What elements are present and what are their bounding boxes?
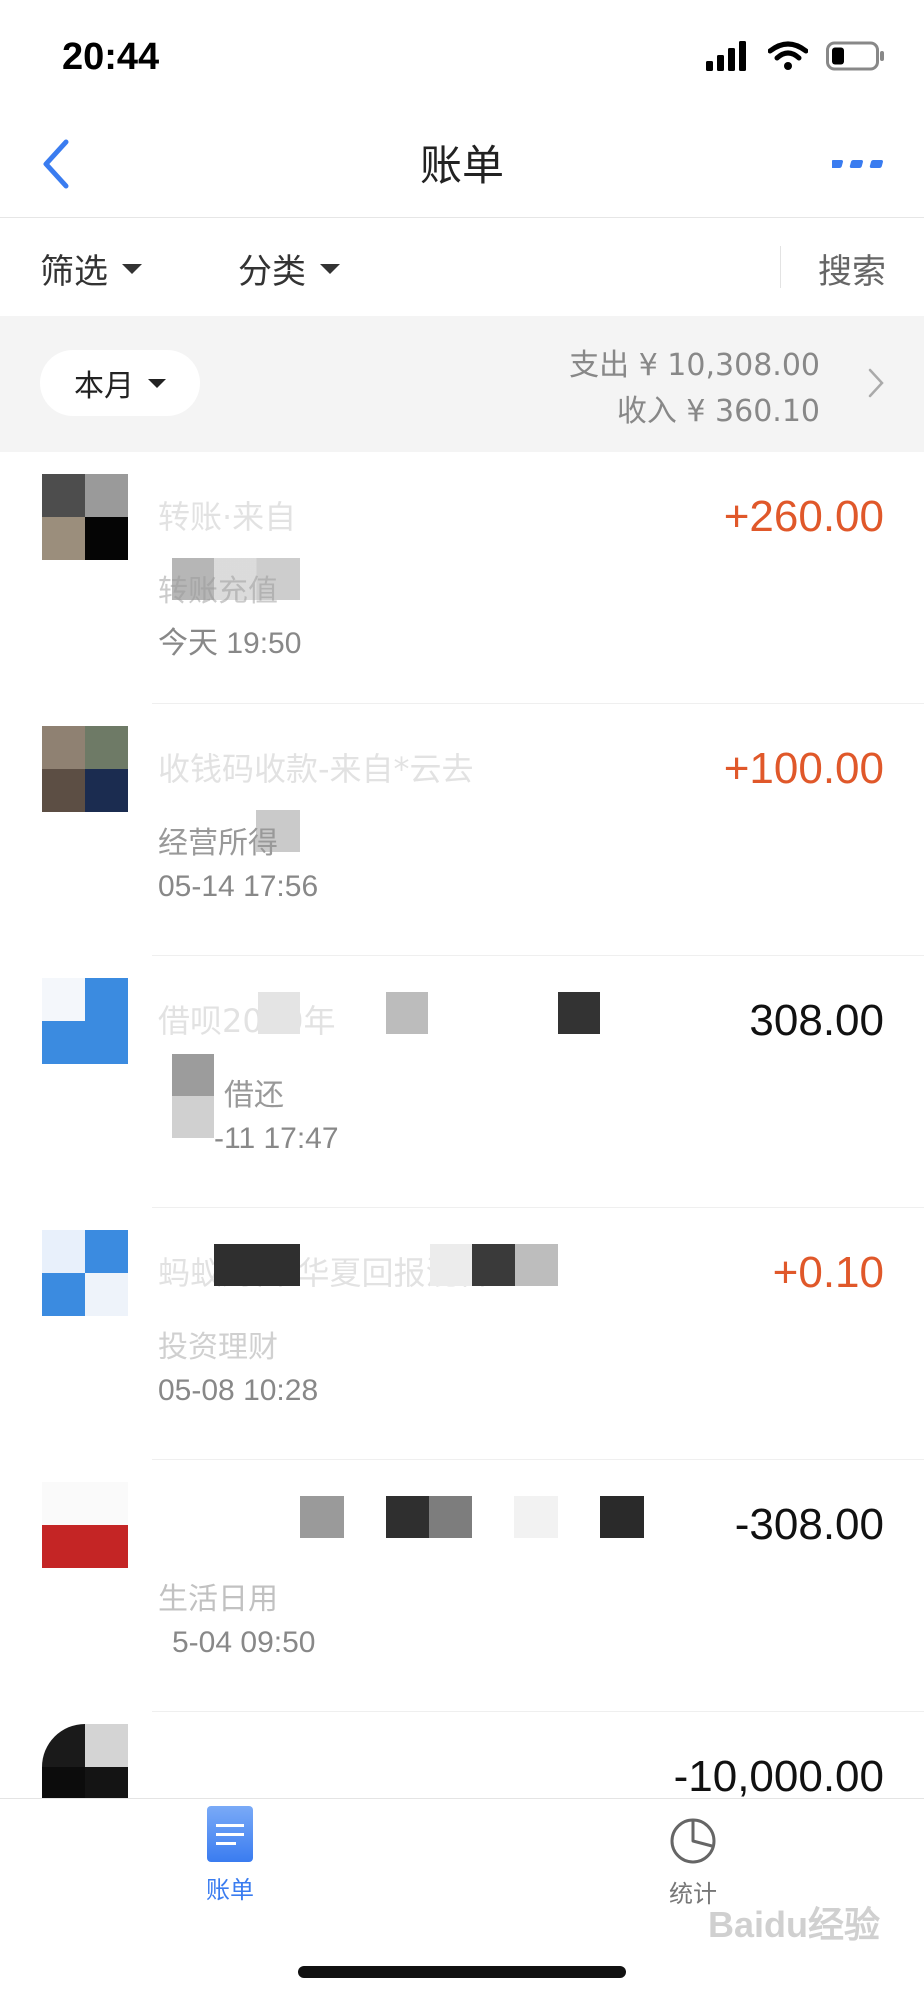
period-label: 本月 bbox=[74, 369, 134, 404]
wifi-icon bbox=[768, 41, 808, 70]
blur-mosaic bbox=[300, 1496, 344, 1538]
transaction-category: 转账充值 bbox=[158, 574, 278, 609]
avatar bbox=[42, 726, 128, 812]
expense-value: ¥ 10,308.00 bbox=[638, 348, 820, 383]
filter-divider bbox=[780, 246, 781, 288]
transaction-item[interactable]: 转账·来自 转账充值 今天 19:50 +260.00 bbox=[0, 452, 924, 704]
transaction-amount: +0.10 bbox=[772, 1248, 884, 1297]
expense-label: 支出 bbox=[569, 348, 630, 383]
transaction-amount: +100.00 bbox=[723, 744, 884, 793]
avatar bbox=[42, 1230, 128, 1316]
status-bar: 20:44 bbox=[0, 0, 924, 110]
transaction-category: 借还 bbox=[224, 1078, 284, 1113]
income-label: 收入 bbox=[616, 394, 677, 429]
period-selector[interactable]: 本月 bbox=[40, 350, 200, 416]
transaction-item[interactable]: -10,000.00 bbox=[0, 1712, 924, 1798]
transaction-category: 经营所得 bbox=[158, 826, 278, 861]
watermark: Baidu经验 bbox=[707, 1904, 880, 1945]
blur-mosaic bbox=[430, 1244, 472, 1286]
blur-mosaic bbox=[514, 1496, 558, 1538]
transaction-time: 05-08 10:28 bbox=[158, 1374, 319, 1407]
status-icons bbox=[706, 38, 886, 74]
transaction-category: 投资理财 bbox=[158, 1330, 278, 1365]
caret-down-icon bbox=[320, 263, 340, 274]
blur-mosaic bbox=[172, 1054, 214, 1138]
transaction-time: 5-04 09:50 bbox=[172, 1626, 316, 1659]
avatar bbox=[42, 474, 128, 560]
page-title: 账单 bbox=[419, 141, 504, 190]
home-indicator[interactable] bbox=[298, 1966, 626, 1978]
transaction-item[interactable]: 蚂蚁财富-华夏回报混合 投资理财 05-08 10:28 +0.10 bbox=[0, 1208, 924, 1460]
avatar bbox=[42, 1724, 128, 1798]
filter-label: 筛选 bbox=[40, 252, 108, 292]
search-button[interactable]: 搜索 bbox=[818, 244, 886, 293]
battery-icon bbox=[826, 41, 884, 71]
caret-down-icon bbox=[122, 263, 142, 274]
pie-chart-icon bbox=[670, 1818, 716, 1864]
transaction-time: 今天 19:50 bbox=[158, 627, 302, 660]
income-total: 收入 ¥ 360.10 bbox=[617, 386, 820, 430]
transaction-title: 转账·来自 bbox=[158, 498, 297, 536]
category-label: 分类 bbox=[238, 252, 306, 292]
filter-dropdown[interactable]: 筛选 bbox=[40, 244, 142, 293]
ledger-doc-icon bbox=[207, 1806, 253, 1862]
month-summary[interactable]: 本月 支出 ¥ 10,308.00 收入 ¥ 360.10 bbox=[0, 316, 924, 452]
blur-mosaic bbox=[214, 1244, 300, 1286]
blur-mosaic bbox=[386, 992, 428, 1034]
more-dots-icon[interactable] bbox=[832, 158, 884, 170]
transaction-amount: -308.00 bbox=[734, 1500, 884, 1549]
nav-bar: 账单 bbox=[0, 110, 924, 218]
filter-bar: 筛选 分类 搜索 bbox=[0, 218, 924, 316]
chevron-right-icon bbox=[868, 368, 884, 398]
transaction-amount: +260.00 bbox=[723, 492, 884, 541]
caret-down-icon bbox=[148, 378, 166, 388]
transaction-time: 05-14 17:56 bbox=[158, 870, 319, 903]
blur-mosaic bbox=[600, 1496, 644, 1538]
category-dropdown[interactable]: 分类 bbox=[238, 244, 340, 293]
tab-ledger[interactable]: 账单 bbox=[170, 1806, 290, 1905]
blur-mosaic bbox=[558, 992, 600, 1034]
transaction-item[interactable]: 生活日用 5-04 09:50 -308.00 bbox=[0, 1460, 924, 1712]
transaction-time: -11 17:47 bbox=[214, 1122, 339, 1155]
transaction-amount: 308.00 bbox=[749, 996, 884, 1045]
status-time: 20:44 bbox=[62, 36, 160, 78]
blur-mosaic bbox=[472, 1244, 558, 1286]
transaction-item[interactable]: 收钱码收款-来自*云去 经营所得 05-14 17:56 +100.00 bbox=[0, 704, 924, 956]
transaction-list: 转账·来自 转账充值 今天 19:50 +260.00 收钱码收款-来自*云去 … bbox=[0, 452, 924, 1798]
avatar bbox=[42, 978, 128, 1064]
tab-ledger-label: 账单 bbox=[206, 1876, 254, 1904]
blur-mosaic bbox=[258, 992, 300, 1034]
blur-mosaic bbox=[386, 1496, 472, 1538]
signal-icon bbox=[706, 41, 746, 71]
expense-total: 支出 ¥ 10,308.00 bbox=[569, 340, 820, 384]
transaction-title: 收钱码收款-来自*云去 bbox=[158, 750, 474, 788]
transaction-item[interactable]: 借呗2020年 借还 -11 17:47 308.00 bbox=[0, 956, 924, 1208]
transaction-title: 借呗2020年 bbox=[158, 1002, 336, 1040]
transaction-amount: -10,000.00 bbox=[673, 1752, 884, 1798]
avatar bbox=[42, 1482, 128, 1568]
transaction-category: 生活日用 bbox=[158, 1582, 278, 1617]
income-value: ¥ 360.10 bbox=[686, 394, 820, 429]
